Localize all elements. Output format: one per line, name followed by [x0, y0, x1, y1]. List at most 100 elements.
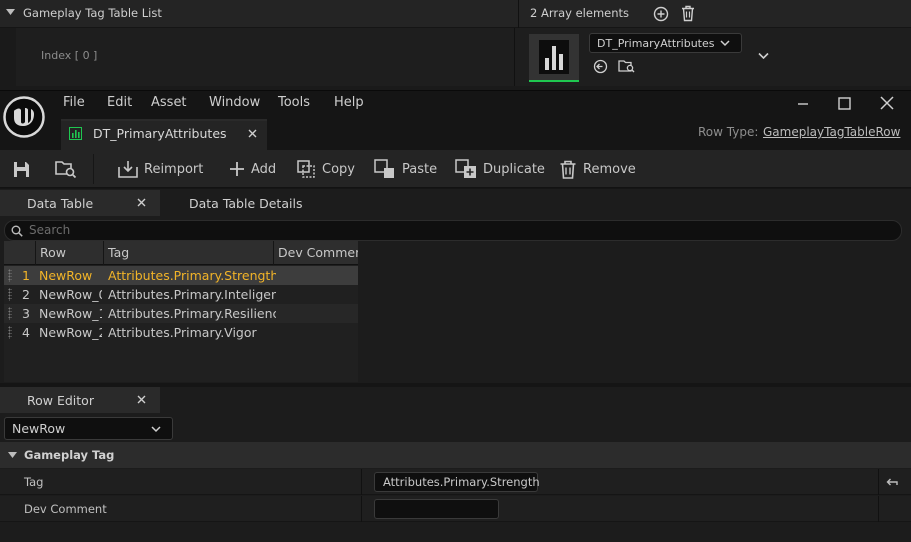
column-splitter[interactable]	[518, 0, 519, 28]
reset-to-default-icon[interactable]	[886, 477, 898, 487]
reimport-label: Reimport	[144, 161, 204, 177]
plus-icon	[230, 162, 244, 176]
search-input[interactable]: Search	[4, 220, 902, 241]
menu-help[interactable]: Help	[334, 95, 364, 110]
tag-label: Tag	[24, 475, 44, 489]
drag-handle-icon[interactable]	[8, 269, 12, 282]
table-row[interactable]: 2 NewRow_0 Attributes.Primary.Inteligenc…	[4, 285, 358, 304]
table-row[interactable]: 3 NewRow_1 Attributes.Primary.Resilience	[4, 304, 358, 323]
reimport-button[interactable]: Reimport	[118, 150, 203, 188]
row-select-dropdown[interactable]: NewRow	[4, 417, 173, 440]
array-element-row: Index [ 0 ] DT_PrimaryAttributes	[16, 28, 911, 86]
menu-edit[interactable]: Edit	[107, 95, 132, 110]
browse-back-icon[interactable]	[593, 59, 608, 74]
asset-picker-value: DT_PrimaryAttributes	[597, 37, 715, 50]
row-number: 3	[22, 306, 30, 321]
column-splitter	[878, 496, 879, 522]
close-window-icon[interactable]	[880, 96, 894, 110]
data-table-tab-icon	[69, 127, 82, 140]
column-header-tag[interactable]: Tag	[104, 241, 274, 265]
chevron-down-icon	[151, 426, 161, 433]
tag-value: Attributes.Primary.Strength	[383, 475, 540, 489]
document-tab[interactable]: DT_PrimaryAttributes	[61, 119, 267, 150]
minimize-icon[interactable]	[797, 98, 809, 110]
copy-label: Copy	[322, 161, 355, 177]
grid-header: Row Name Tag Dev Comment	[4, 241, 358, 284]
save-button[interactable]	[12, 150, 31, 188]
close-tab-icon[interactable]	[137, 395, 146, 404]
toolbar: Reimport Add Copy Paste Duplicate Remove	[0, 150, 911, 188]
table-row[interactable]: 1 NewRow Attributes.Primary.Strength	[4, 266, 358, 285]
property-row-header: Gameplay Tag Table List 2 Array elements	[0, 0, 911, 28]
property-name: Gameplay Tag Table List	[23, 6, 162, 20]
remove-button[interactable]: Remove	[559, 150, 636, 188]
paste-icon	[374, 159, 394, 178]
row-name-cell: NewRow_1	[39, 306, 102, 321]
drag-handle-icon[interactable]	[8, 326, 12, 339]
menu-window[interactable]: Window	[209, 95, 260, 110]
add-element-icon[interactable]	[653, 6, 669, 22]
unreal-logo-icon[interactable]	[3, 96, 45, 138]
search-icon	[11, 225, 23, 237]
category-label: Gameplay Tag	[24, 448, 115, 462]
trash-icon[interactable]	[680, 5, 696, 22]
data-table-grid: Row Name Tag Dev Comment 1 NewRow Attrib…	[4, 241, 358, 382]
paste-button[interactable]: Paste	[374, 150, 437, 188]
tab-row-editor[interactable]: Row Editor	[0, 387, 160, 413]
row-number: 2	[22, 287, 30, 302]
drag-handle-icon[interactable]	[8, 307, 12, 320]
column-splitter[interactable]	[514, 28, 515, 86]
trash-icon	[560, 160, 576, 179]
expand-arrow-icon[interactable]	[6, 8, 15, 17]
column-splitter	[878, 469, 879, 495]
menu-asset[interactable]: Asset	[151, 95, 187, 110]
grid-header-index	[4, 241, 36, 265]
row-type-link[interactable]: GameplayTagTableRow	[763, 125, 900, 139]
column-header-dev-comment[interactable]: Dev Comment	[274, 241, 358, 265]
browse-folder-icon[interactable]	[618, 58, 635, 74]
chevron-down-icon	[720, 40, 730, 47]
row-number: 4	[22, 325, 30, 340]
data-table-editor-window: File Edit Asset Window Tools Help DT_Pri…	[0, 90, 911, 542]
tag-cell: Attributes.Primary.Strength	[108, 268, 276, 283]
copy-button[interactable]: Copy	[297, 150, 355, 188]
column-splitter[interactable]	[361, 496, 362, 522]
tab-data-table-label: Data Table	[27, 195, 94, 211]
add-row-button[interactable]: Add	[229, 150, 276, 188]
menu-file[interactable]: File	[63, 95, 85, 110]
remove-label: Remove	[583, 161, 636, 177]
tag-cell: Attributes.Primary.Inteligence	[108, 287, 276, 302]
row-name-cell: NewRow_2	[39, 325, 102, 340]
tag-value-field[interactable]: Attributes.Primary.Strength	[374, 472, 540, 492]
browse-button[interactable]	[55, 150, 77, 188]
row-number: 1	[22, 268, 30, 283]
details-panel: Gameplay Tag Table List 2 Array elements…	[0, 0, 911, 90]
dev-comment-field[interactable]	[374, 499, 499, 519]
paste-label: Paste	[402, 161, 438, 177]
maximize-icon[interactable]	[838, 97, 851, 110]
search-placeholder: Search	[29, 223, 71, 237]
drag-handle-icon[interactable]	[8, 288, 12, 301]
table-row[interactable]: 4 NewRow_2 Attributes.Primary.Vigor	[4, 323, 358, 342]
data-table-icon	[539, 40, 569, 74]
category-header[interactable]: Gameplay Tag	[0, 442, 911, 468]
close-tab-icon[interactable]	[248, 129, 257, 138]
tab-data-table-details[interactable]: Data Table Details	[160, 190, 320, 216]
asset-picker-dropdown[interactable]: DT_PrimaryAttributes	[589, 33, 742, 53]
menu-tools[interactable]: Tools	[278, 95, 310, 110]
duplicate-label: Duplicate	[483, 161, 545, 177]
row-name-cell: NewRow_0	[39, 287, 102, 302]
expand-chevron-icon[interactable]	[758, 52, 769, 60]
column-header-row-name[interactable]: Row Name	[36, 241, 104, 284]
expand-arrow-icon[interactable]	[8, 451, 17, 459]
close-tab-icon[interactable]	[137, 198, 146, 207]
duplicate-button[interactable]: Duplicate	[455, 150, 545, 188]
column-splitter[interactable]	[361, 469, 362, 495]
reimport-icon	[118, 161, 138, 178]
asset-thumbnail[interactable]	[529, 34, 579, 82]
index-label: Index [ 0 ]	[41, 49, 98, 62]
row-type-label: Row Type:	[698, 125, 759, 139]
tab-data-table[interactable]: Data Table	[0, 190, 160, 216]
tag-cell: Attributes.Primary.Vigor	[108, 325, 257, 340]
toolbar-separator	[93, 154, 94, 184]
